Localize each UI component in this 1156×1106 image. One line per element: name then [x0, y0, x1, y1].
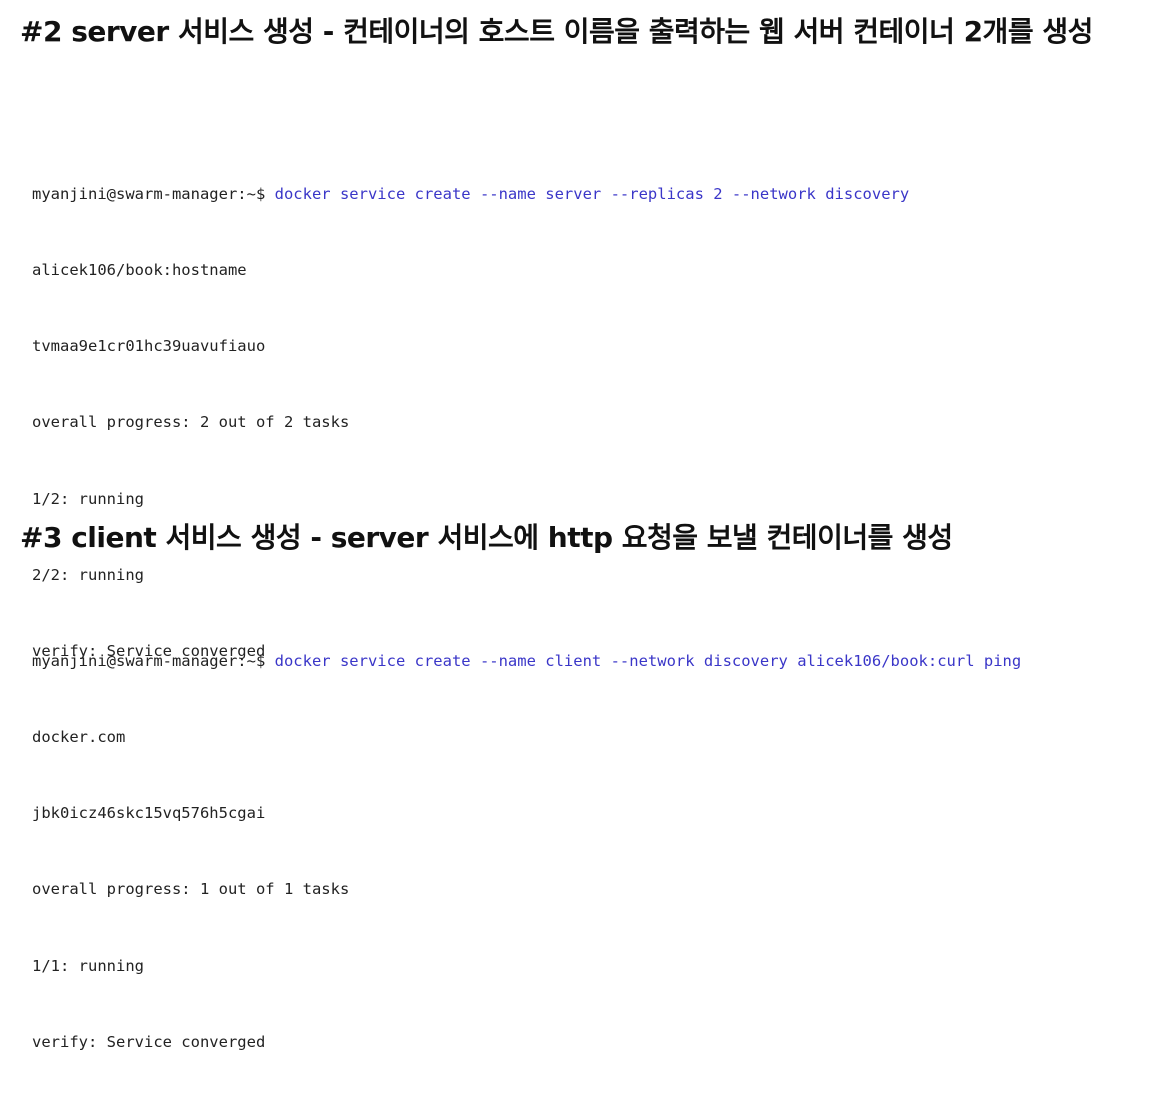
terminal-prompt: myanjini@swarm-manager:~$: [32, 651, 275, 670]
terminal-output-client: myanjini@swarm-manager:~$ docker service…: [32, 598, 1021, 1106]
terminal-output-line: alicek106/book:hostname: [32, 261, 247, 280]
terminal-command-line: myanjini@swarm-manager:~$ docker service…: [32, 649, 1021, 674]
terminal-output-line: 2/2: running: [32, 565, 144, 584]
section-heading-client: #3 client 서비스 생성 - server 서비스에 http 요청을 …: [20, 521, 953, 554]
section-client-service: #3 client 서비스 생성 - server 서비스에 http 요청을 …: [0, 500, 1156, 1051]
terminal-output-line: docker.com: [32, 728, 126, 747]
terminal-output-line: tvmaa9e1cr01hc39uavufiauo: [32, 337, 266, 356]
section-server-service: #2 server 서비스 생성 - 컨테이너의 호스트 이름을 출력하는 웹 …: [0, 0, 1156, 660]
terminal-command: docker service create --name client --ne…: [274, 651, 1022, 670]
terminal-output-line: verify: Service converged: [32, 1032, 266, 1051]
terminal-output-line: jbk0icz46skc15vq576h5cgai: [32, 804, 266, 823]
terminal-output-line: overall progress: 1 out of 1 tasks: [32, 880, 350, 899]
terminal-output-line: overall progress: 2 out of 2 tasks: [32, 413, 350, 432]
terminal-prompt: myanjini@swarm-manager:~$: [32, 184, 275, 203]
terminal-command-line: myanjini@swarm-manager:~$ docker service…: [32, 182, 909, 207]
section-heading-server: #2 server 서비스 생성 - 컨테이너의 호스트 이름을 출력하는 웹 …: [20, 15, 1093, 48]
terminal-command: docker service create --name server --re…: [274, 184, 910, 203]
terminal-output-line: 1/1: running: [32, 956, 144, 975]
